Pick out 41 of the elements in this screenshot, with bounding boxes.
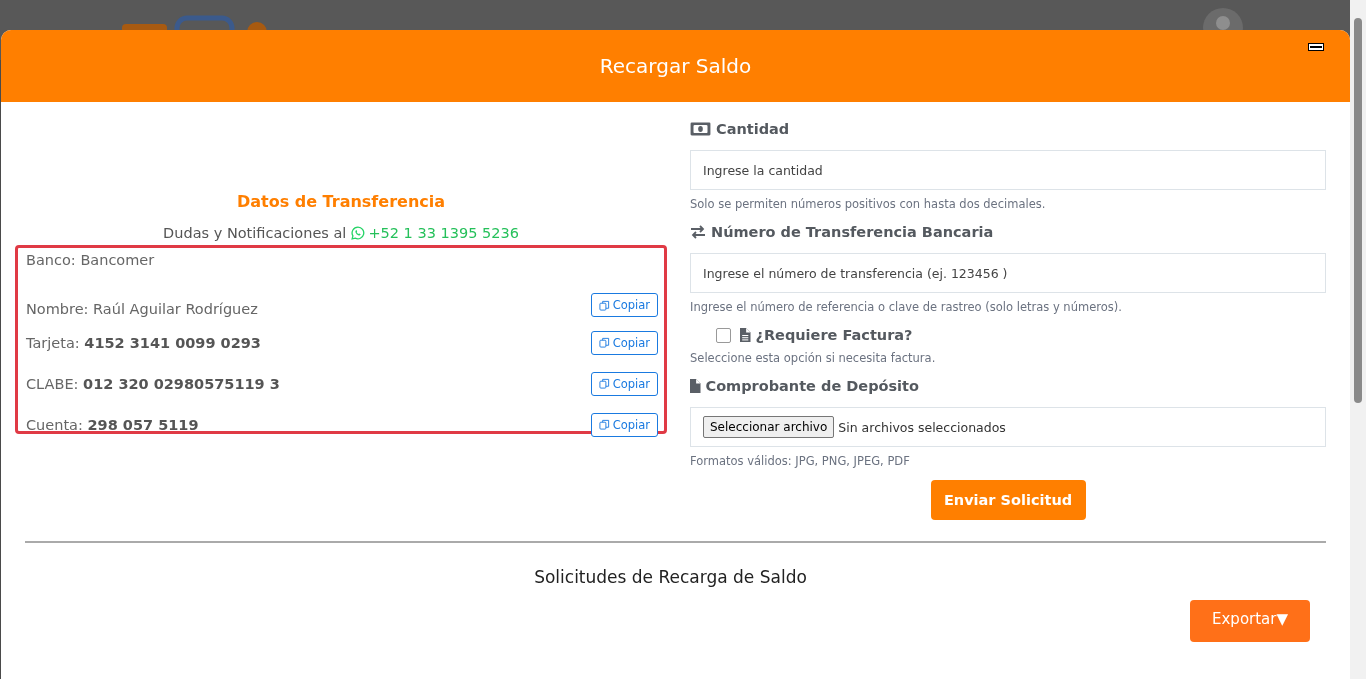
input-field[interactable]: Ingrese la cantidad xyxy=(690,150,1326,190)
select-file-button[interactable]: Seleccionar archivo xyxy=(703,416,835,438)
modal-title: Recargar Saldo xyxy=(599,54,752,78)
copy-icon xyxy=(598,378,610,389)
input-field[interactable]: Ingrese el número de transferencia (ej. 123456 ) xyxy=(690,253,1326,293)
bank-detail: CLABE: 012 320 02980575119 3 xyxy=(26,375,280,392)
field-label: ¿Requiere Factura? xyxy=(755,327,913,343)
help-text: Formatos válidos: JPG, PNG, JPEG, PDF xyxy=(690,454,911,468)
file-status: Sin archivos seleccionados xyxy=(838,419,1006,435)
submit-button[interactable]: Enviar Solicitud xyxy=(930,480,1086,520)
export-button[interactable]: Exportar▼ xyxy=(1190,600,1310,642)
help-text: Ingrese el número de referencia o clave de rastreo (solo letras y números). xyxy=(690,300,1123,314)
copy-icon xyxy=(598,337,610,348)
whatsapp-icon xyxy=(351,226,366,240)
bank-detail: Banco: Bancomer xyxy=(26,252,155,268)
scrollbar[interactable] xyxy=(1350,0,1366,679)
copy-icon xyxy=(598,419,610,430)
minimize-icon[interactable] xyxy=(1308,43,1324,51)
field-label: Número de Transferencia Bancaria xyxy=(711,224,994,240)
checkbox[interactable] xyxy=(716,327,731,343)
file-input[interactable]: Seleccionar archivo Sin archivos seleccionados xyxy=(690,407,1326,447)
contact-label: Dudas y Notificaciones al xyxy=(163,225,347,241)
copy-button[interactable]: Copiar xyxy=(590,371,658,396)
phone-link[interactable]: +52 1 33 1395 5236 xyxy=(351,225,519,241)
copy-button[interactable]: Copiar xyxy=(590,412,658,437)
copy-button[interactable]: Copiar xyxy=(590,293,658,317)
field-label: Comprobante de Depósito xyxy=(705,378,919,394)
document-icon xyxy=(740,328,751,342)
file-icon xyxy=(690,379,701,393)
copy-button[interactable]: Copiar xyxy=(590,330,658,355)
bank-detail: Cuenta: 298 057 5119 xyxy=(26,416,199,433)
section-title: Solicitudes de Recarga de Saldo xyxy=(533,567,808,587)
help-text: Solo se permiten números positivos con hasta dos decimales. xyxy=(690,197,1047,211)
money-icon xyxy=(690,122,711,136)
field-label: Cantidad xyxy=(716,121,790,137)
bank-detail: Nombre: Raúl Aguilar Rodríguez xyxy=(26,301,258,317)
bank-detail: Tarjeta: 4152 3141 0099 0293 xyxy=(26,334,261,351)
section-title: Datos de Transferencia xyxy=(236,192,446,211)
transfer-arrows-icon xyxy=(690,225,706,239)
copy-icon xyxy=(598,299,610,311)
help-text: Seleccione esta opción si necesita factura. xyxy=(690,351,937,365)
